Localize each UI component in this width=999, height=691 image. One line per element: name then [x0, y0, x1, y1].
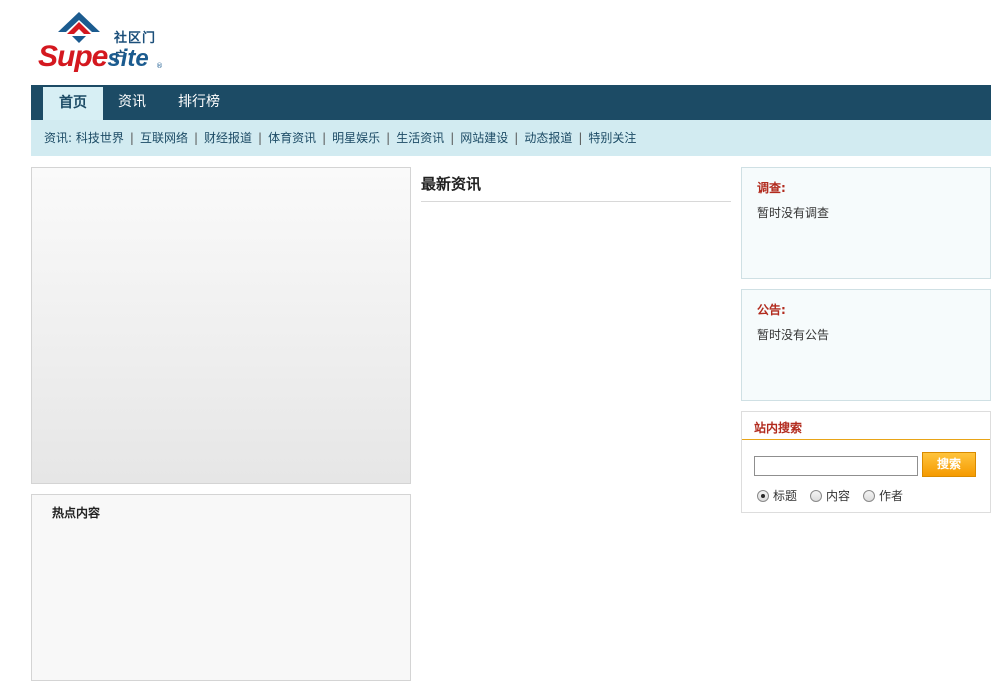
survey-empty-text: 暂时没有调查	[757, 206, 830, 220]
search-scope-author-label: 作者	[879, 489, 904, 503]
nav-item-home[interactable]: 首页	[43, 87, 103, 120]
site-search-panel: 站内搜索 搜索 标题 内容 作者	[741, 411, 991, 513]
subnav-item-life[interactable]: 生活资讯	[396, 131, 444, 145]
search-scope-content-label: 内容	[826, 489, 851, 503]
notice-empty-text: 暂时没有公告	[757, 328, 830, 342]
search-scope-title-label: 标题	[773, 489, 798, 503]
main-nav: 首页 资讯 排行榜	[31, 85, 991, 120]
notice-panel: 公告: 暂时没有公告	[741, 289, 991, 401]
logo-registered-mark: ®	[156, 62, 163, 70]
subnav-item-internet[interactable]: 互联网络	[140, 131, 188, 145]
search-input[interactable]	[754, 456, 918, 476]
nav-item-news[interactable]: 资讯	[107, 85, 157, 120]
search-scope-title[interactable]: 标题	[757, 487, 797, 504]
search-scope-author[interactable]: 作者	[863, 487, 903, 504]
hot-content-panel: 热点内容	[31, 494, 411, 681]
sub-nav: 资讯: 科技世界 | 互联网络 | 财经报道 | 体育资讯 | 明星娱乐 | 生活资讯 | 网站建设 | 动…	[31, 120, 991, 156]
search-scope-content[interactable]: 内容	[810, 487, 850, 504]
subnav-item-tech[interactable]: 科技世界	[76, 131, 124, 145]
subnav-item-webdev[interactable]: 网站建设	[460, 131, 508, 145]
hot-content-title: 热点内容	[52, 506, 101, 520]
site-search-title: 站内搜索	[754, 421, 803, 435]
search-scope-options: 标题 内容 作者	[757, 487, 916, 504]
logo-word-supe: Supe	[38, 40, 108, 73]
subnav-lead-label: 资讯:	[44, 131, 73, 145]
notice-title: 公告:	[757, 303, 786, 317]
radio-unchecked-icon[interactable]	[863, 489, 876, 502]
latest-news-title: 最新资讯	[421, 175, 482, 193]
latest-news-divider	[421, 201, 731, 202]
subnav-item-finance[interactable]: 财经报道	[204, 131, 252, 145]
subnav-item-dynamic[interactable]: 动态报道	[524, 131, 572, 145]
logo-wordmark: Supesite	[38, 42, 149, 74]
survey-panel: 调查: 暂时没有调查	[741, 167, 991, 279]
radio-checked-icon[interactable]	[757, 489, 769, 502]
slideshow-panel	[31, 167, 411, 484]
subnav-item-sports[interactable]: 体育资讯	[268, 131, 316, 145]
logo-word-site: site	[107, 45, 149, 72]
subnav-item-entertainment[interactable]: 明星娱乐	[332, 131, 380, 145]
nav-item-ranking[interactable]: 排行榜	[167, 85, 231, 120]
search-button[interactable]: 搜索	[922, 452, 976, 477]
subnav-item-featured[interactable]: 特别关注	[588, 131, 636, 145]
site-search-header: 站内搜索	[742, 412, 990, 440]
radio-unchecked-icon[interactable]	[810, 489, 823, 502]
site-logo[interactable]: 社区门户 Supesite ®	[38, 12, 168, 74]
survey-title: 调查:	[757, 181, 786, 195]
